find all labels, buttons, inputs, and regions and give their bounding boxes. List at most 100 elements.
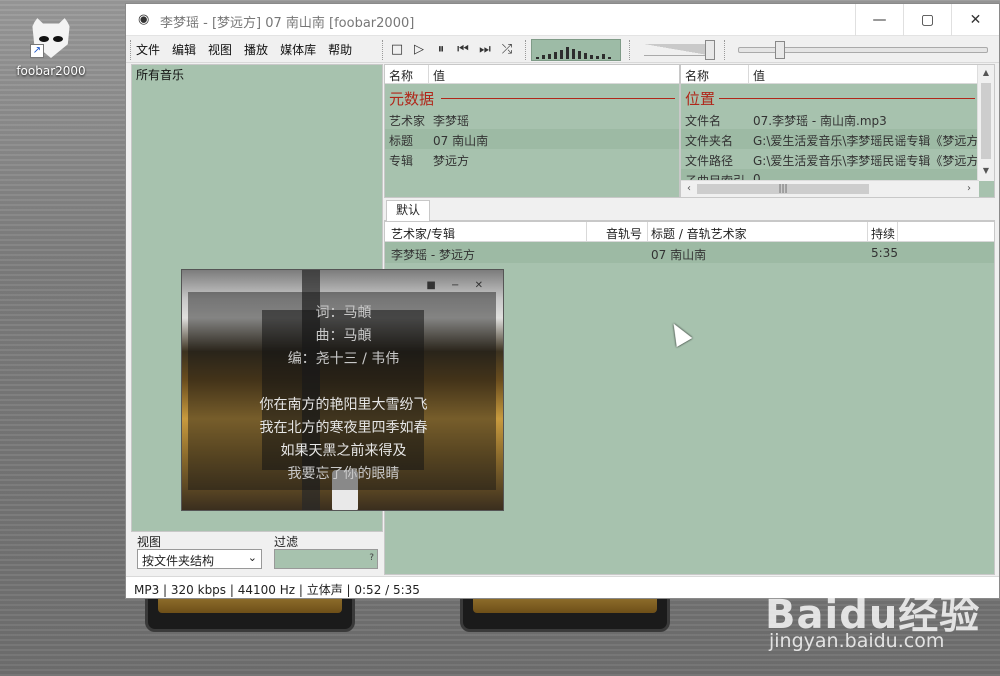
app-icon: ◉ (138, 12, 150, 27)
random-button[interactable]: ⤮ (498, 41, 516, 59)
lyrics-window-controls[interactable]: ■ − ✕ (426, 280, 489, 291)
menu-playback[interactable]: 播放 (244, 41, 268, 58)
location-horizontal-scrollbar[interactable]: ‹ ||| › (681, 180, 979, 197)
desktop-icon-foobar2000[interactable]: ↗ foobar2000 (12, 12, 90, 78)
seek-knob[interactable] (775, 41, 785, 59)
tab-default[interactable]: 默认 (386, 200, 430, 221)
row-name: 文件路径 (685, 154, 734, 168)
lyric-line: 你在南方的艳阳里大雪纷飞 (259, 397, 428, 413)
row-name: 艺术家 (389, 114, 426, 128)
scroll-up-icon[interactable]: ▲ (978, 65, 994, 81)
column-title[interactable]: 标题 / 音轨艺术家 (651, 225, 747, 242)
spectrum-bar (578, 51, 581, 59)
scroll-right-icon[interactable]: › (961, 181, 977, 197)
row-value: 07 南山南 (433, 134, 489, 148)
row-value: 07.李梦瑶 - 南山南.mp3 (753, 114, 887, 128)
metadata-row[interactable]: 标题 07 南山南 (385, 129, 679, 149)
spectrum-bar (584, 53, 587, 59)
spectrum-bar (572, 49, 575, 59)
playlist-row[interactable]: 李梦瑶 - 梦远方 07 南山南 5:35 (385, 242, 994, 263)
title-bar[interactable]: ◉ 李梦瑶 - [梦远方] 07 南山南 [foobar2000] — ▢ ✕ (126, 4, 999, 36)
location-row[interactable]: 文件名 07.李梦瑶 - 南山南.mp3 (681, 109, 977, 129)
spectrum-bar (602, 54, 605, 59)
location-section-title: 位置 (685, 90, 716, 108)
menu-help[interactable]: 帮助 (328, 41, 352, 58)
pause-button[interactable]: ⏸ (432, 41, 450, 59)
lyric-line: 我在北方的寒夜里四季如春 (259, 420, 428, 436)
scroll-thumb[interactable]: ||| (697, 184, 869, 194)
menu-file[interactable]: 文件 (136, 41, 160, 58)
metadata-panel: 名称 值 元数据 艺术家 李梦瑶 标题 07 南山南 专辑 梦远方 (384, 64, 680, 198)
lyric-line: 词：马頔 (315, 305, 372, 321)
view-dropdown-value: 按文件夹结构 (142, 554, 215, 568)
volume-slider[interactable] (644, 40, 716, 60)
stop-button[interactable]: □ (388, 41, 406, 59)
toolbar-grip[interactable] (525, 40, 527, 60)
spectrum-bar (548, 54, 551, 59)
row-name: 标题 (389, 134, 414, 148)
row-name: 专辑 (389, 154, 414, 168)
metadata-row[interactable]: 专辑 梦远方 (385, 149, 679, 169)
filter-help-icon[interactable]: ? (369, 553, 374, 563)
maximize-button[interactable]: ▢ (903, 4, 951, 36)
view-label: 视图 (137, 535, 162, 549)
desktop-icon-label: foobar2000 (16, 64, 86, 78)
row-duration: 5:35 (871, 246, 898, 260)
menu-view[interactable]: 视图 (208, 41, 232, 58)
library-root-item[interactable]: 所有音乐 (136, 66, 184, 83)
lyric-line: 如果天黑之前来得及 (280, 443, 407, 459)
scroll-down-icon[interactable]: ▼ (978, 163, 994, 179)
location-vertical-scrollbar[interactable]: ▲ ▼ (977, 65, 994, 181)
previous-button[interactable]: ⏮ (454, 41, 472, 59)
toolbar-grip[interactable] (629, 40, 631, 60)
column-artist-album[interactable]: 艺术家/专辑 (391, 225, 455, 242)
menu-library[interactable]: 媒体库 (280, 41, 316, 58)
playlist-header: 艺术家/专辑 音轨号 标题 / 音轨艺术家 持续 (385, 222, 994, 242)
spectrum-bar (542, 55, 545, 59)
playlist-tabs: 默认 (384, 199, 995, 221)
status-text: MP3 | 320 kbps | 44100 Hz | 立体声 | 0:52 /… (134, 583, 420, 597)
volume-knob[interactable] (705, 40, 715, 60)
spectrum-bar (536, 57, 539, 59)
lyrics-window[interactable]: ■ − ✕ 词：马頔 曲：马頔 编：尧十三 / 韦伟 你在南方的艳阳里大雪纷飞 … (181, 269, 504, 511)
minimize-button[interactable]: — (855, 4, 903, 36)
spectrum-bar (596, 56, 599, 59)
filter-input[interactable]: ? (274, 549, 378, 569)
row-title: 07 南山南 (651, 248, 707, 262)
column-name[interactable]: 名称 (389, 67, 413, 84)
location-panel: 名称 值 位置 文件名 07.李梦瑶 - 南山南.mp3 文件夹名 G:\爱生活… (680, 64, 995, 198)
metadata-row[interactable]: 艺术家 李梦瑶 (385, 109, 679, 129)
play-button[interactable]: ▷ (410, 41, 428, 59)
scroll-thumb[interactable] (981, 83, 991, 159)
view-dropdown[interactable]: 按文件夹结构 ⌄ (137, 549, 262, 569)
row-name: 文件名 (685, 114, 722, 128)
close-button[interactable]: ✕ (951, 4, 999, 36)
toolbar-grip[interactable] (382, 40, 384, 60)
watermark-site: jingyan.baidu.com (769, 630, 945, 652)
seek-bar[interactable] (738, 41, 988, 59)
lyric-line: 我要忘了你的眼睛 (287, 466, 400, 482)
location-row[interactable]: 文件路径 G:\爱生活爱音乐\李梦瑶民谣专辑《梦远方 (681, 149, 978, 169)
column-value[interactable]: 值 (753, 67, 765, 84)
spectrum-bar (608, 57, 611, 59)
column-value[interactable]: 值 (433, 67, 445, 84)
chevron-down-icon: ⌄ (247, 551, 257, 564)
spectrum-visualizer (531, 39, 621, 61)
menu-bar: 文件 编辑 视图 播放 媒体库 帮助 (136, 41, 352, 58)
column-duration[interactable]: 持续 (871, 225, 895, 242)
column-track-number[interactable]: 音轨号 (606, 225, 642, 242)
lyric-line: 曲：马頔 (315, 328, 372, 344)
row-value: 李梦瑶 (433, 114, 470, 128)
spectrum-bar (590, 55, 593, 59)
column-name[interactable]: 名称 (685, 67, 709, 84)
next-button[interactable]: ⏭ (476, 41, 494, 59)
toolbar: 文件 编辑 视图 播放 媒体库 帮助 □ ▷ ⏸ ⏮ ⏭ ⤮ (126, 37, 999, 63)
lyric-line: 编：尧十三 / 韦伟 (287, 351, 400, 367)
toolbar-grip[interactable] (724, 40, 726, 60)
row-value: G:\爱生活爱音乐\李梦瑶民谣专辑《梦远方 (753, 134, 979, 148)
location-row[interactable]: 文件夹名 G:\爱生活爱音乐\李梦瑶民谣专辑《梦远方 (681, 129, 979, 149)
filter-label: 过滤 (274, 535, 299, 549)
toolbar-grip[interactable] (130, 40, 132, 60)
scroll-left-icon[interactable]: ‹ (681, 181, 697, 197)
menu-edit[interactable]: 编辑 (172, 41, 196, 58)
